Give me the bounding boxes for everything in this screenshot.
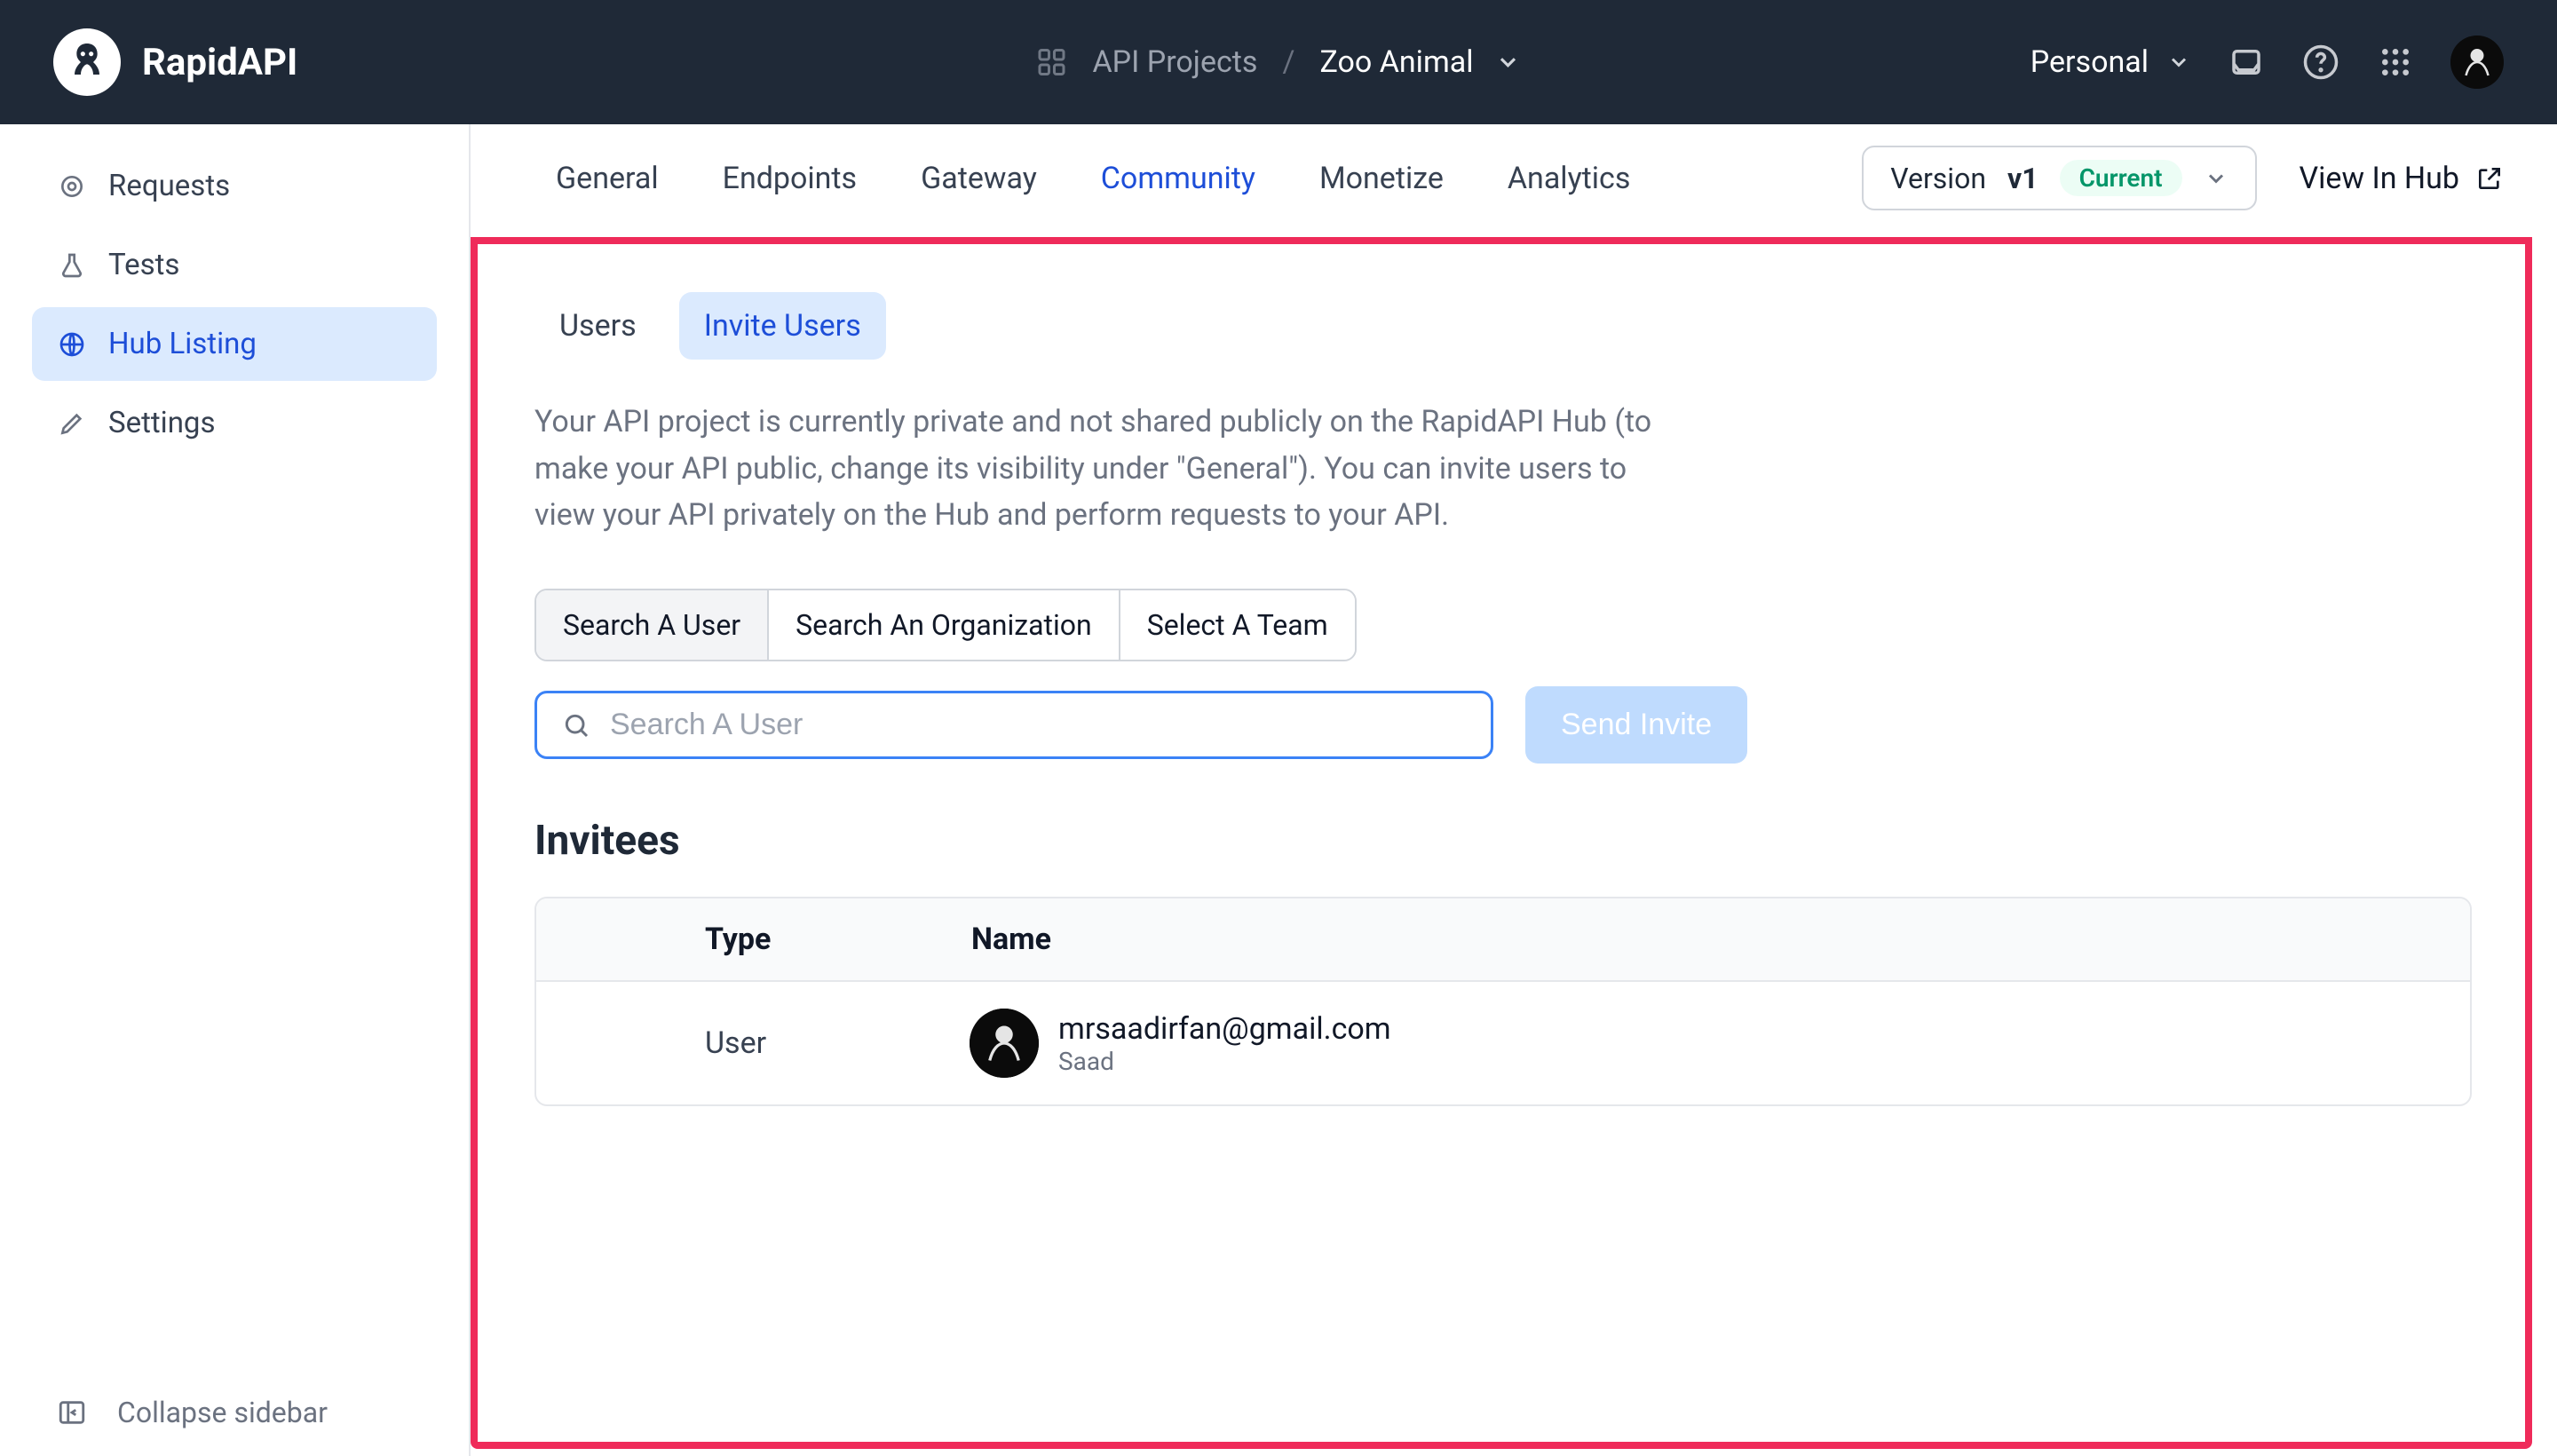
- invitee-info: mrsaadirfan@gmail.com Saad: [1058, 1011, 1391, 1076]
- globe-icon: [57, 329, 87, 360]
- sidebar-item-label: Hub Listing: [108, 327, 257, 361]
- breadcrumb-separator: /: [1282, 44, 1294, 80]
- tab-endpoints[interactable]: Endpoints: [723, 152, 857, 205]
- tab-community[interactable]: Community: [1101, 152, 1255, 205]
- version-prefix: Version: [1890, 162, 1986, 195]
- community-sub-tabs: Users Invite Users: [534, 292, 2472, 360]
- collapse-sidebar-button[interactable]: Collapse sidebar: [0, 1369, 469, 1456]
- breadcrumb-root[interactable]: API Projects: [1092, 44, 1257, 80]
- workspace-selector[interactable]: Personal: [2031, 44, 2191, 80]
- breadcrumb-current[interactable]: Zoo Animal: [1319, 44, 1521, 80]
- sub-tab-users[interactable]: Users: [534, 292, 661, 360]
- sub-tab-invite-users[interactable]: Invite Users: [679, 292, 886, 360]
- sidebar-item-label: Settings: [108, 406, 216, 440]
- header-right: Personal: [2031, 36, 2504, 89]
- chevron-down-icon: [1495, 49, 1522, 75]
- brand-logo[interactable]: [53, 28, 121, 96]
- collapse-icon: [57, 1397, 87, 1428]
- sidebar-items: Requests Tests Hub Listing Settings: [0, 149, 469, 1369]
- col-header-name: Name: [803, 922, 2470, 957]
- seg-search-org[interactable]: Search An Organization: [769, 590, 1120, 660]
- pencil-icon: [57, 408, 87, 439]
- main: General Endpoints Gateway Community Mone…: [471, 124, 2557, 1456]
- sidebar-item-label: Requests: [108, 169, 230, 203]
- breadcrumb: API Projects / Zoo Animal: [1035, 44, 1521, 80]
- sidebar-item-settings[interactable]: Settings: [32, 386, 437, 460]
- sidebar-item-label: Tests: [108, 248, 179, 282]
- sidebar-item-requests[interactable]: Requests: [32, 149, 437, 223]
- inbox-icon[interactable]: [2227, 43, 2266, 82]
- invitee-email: mrsaadirfan@gmail.com: [1058, 1011, 1391, 1047]
- view-in-hub-link[interactable]: View In Hub: [2300, 161, 2504, 196]
- sidebar-item-hub-listing[interactable]: Hub Listing: [32, 307, 437, 381]
- user-avatar[interactable]: [2450, 36, 2504, 89]
- community-panel: Users Invite Users Your API project is c…: [471, 237, 2532, 1449]
- tab-gateway[interactable]: Gateway: [921, 152, 1037, 205]
- cell-name: mrsaadirfan@gmail.com Saad: [803, 1009, 2470, 1078]
- invitee-name: Saad: [1058, 1047, 1391, 1076]
- tab-monetize[interactable]: Monetize: [1319, 152, 1444, 205]
- tab-analytics[interactable]: Analytics: [1508, 152, 1631, 205]
- search-icon: [562, 711, 590, 740]
- invitee-avatar: [970, 1009, 1039, 1078]
- sidebar: Requests Tests Hub Listing Settings: [0, 124, 471, 1456]
- external-link-icon: [2475, 164, 2504, 193]
- col-header-type: Type: [536, 922, 803, 957]
- sidebar-item-tests[interactable]: Tests: [32, 228, 437, 302]
- invitees-table: Type Name User mrsaadirfan@gmail.com Saa…: [534, 897, 2472, 1106]
- invite-description: Your API project is currently private an…: [534, 399, 1689, 539]
- version-selector[interactable]: Version v1 Current: [1862, 146, 2256, 210]
- send-invite-button[interactable]: Send Invite: [1525, 686, 1747, 764]
- brand-name[interactable]: RapidAPI: [142, 41, 297, 84]
- tab-general[interactable]: General: [556, 152, 659, 205]
- apps-grid-icon[interactable]: [2376, 43, 2415, 82]
- search-box[interactable]: [534, 691, 1493, 759]
- target-icon: [57, 171, 87, 202]
- search-mode-segment: Search A User Search An Organization Sel…: [534, 589, 1357, 661]
- logo-icon: [62, 37, 112, 87]
- help-icon[interactable]: [2301, 43, 2340, 82]
- table-row: User mrsaadirfan@gmail.com Saad: [536, 982, 2470, 1104]
- view-in-hub-label: View In Hub: [2300, 161, 2459, 196]
- header-left: RapidAPI: [53, 28, 297, 96]
- invitees-title: Invitees: [534, 817, 2472, 865]
- top-header: RapidAPI API Projects / Zoo Animal Perso…: [0, 0, 2557, 124]
- workspace-label: Personal: [2031, 44, 2149, 80]
- collapse-label: Collapse sidebar: [117, 1396, 328, 1429]
- seg-select-team[interactable]: Select A Team: [1120, 590, 1355, 660]
- flask-icon: [57, 250, 87, 281]
- tabs-right: Version v1 Current View In Hub: [1862, 146, 2504, 210]
- seg-search-user[interactable]: Search A User: [536, 590, 769, 660]
- version-value: v1: [2007, 162, 2038, 195]
- main-tabs: General Endpoints Gateway Community Mone…: [556, 152, 1630, 205]
- cell-type: User: [536, 1025, 803, 1061]
- tab-bar: General Endpoints Gateway Community Mone…: [471, 124, 2557, 237]
- table-header: Type Name: [536, 898, 2470, 982]
- search-input[interactable]: [610, 708, 1466, 742]
- chevron-down-icon: [2166, 50, 2191, 75]
- layout: Requests Tests Hub Listing Settings: [0, 124, 2557, 1456]
- search-row: Send Invite: [534, 686, 2472, 764]
- grid-icon: [1035, 46, 1067, 78]
- version-badge: Current: [2060, 160, 2182, 196]
- breadcrumb-current-label: Zoo Animal: [1319, 44, 1473, 80]
- chevron-down-icon: [2204, 166, 2228, 191]
